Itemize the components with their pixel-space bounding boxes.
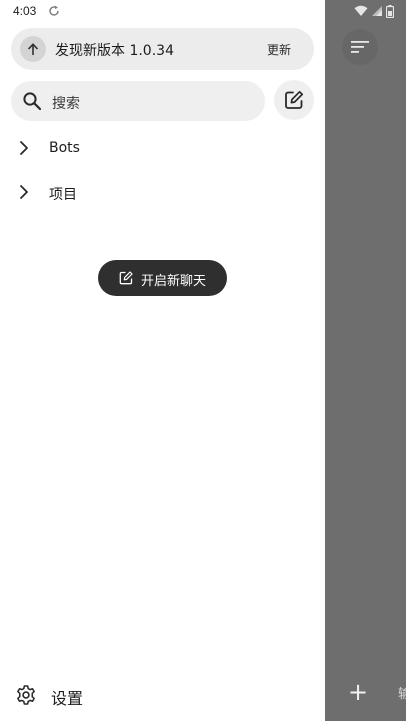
search-icon: [23, 92, 42, 111]
nav-item-projects[interactable]: 项目: [0, 172, 325, 212]
chevron-right-icon: [20, 141, 28, 155]
sort-menu-button: [342, 29, 378, 65]
update-banner[interactable]: 发现新版本 1.0.34 更新: [11, 28, 314, 70]
chevron-right-icon: [20, 185, 28, 199]
new-chat-label: 开启新聊天: [141, 274, 207, 289]
nav-item-bots[interactable]: Bots: [0, 128, 325, 168]
settings-label: 设置: [51, 689, 84, 708]
status-time: 4:03: [13, 4, 37, 18]
navigation-drawer: 4:03 发现新版本 1.0.34 更新 搜索 Bots 项目 开启新聊天 设置: [0, 0, 325, 721]
settings-item[interactable]: 设置: [0, 676, 325, 714]
new-chat-button[interactable]: 开启新聊天: [98, 260, 227, 296]
search-field[interactable]: 搜索: [11, 81, 265, 121]
battery-icon: [386, 4, 394, 18]
plus-icon: +: [347, 678, 369, 706]
upload-arrow-icon: [20, 36, 46, 62]
search-placeholder: 搜索: [52, 96, 80, 112]
edit-square-icon: [285, 90, 304, 109]
nav-item-label: Bots: [49, 140, 80, 156]
wifi-icon: [354, 5, 368, 16]
sync-icon: [49, 5, 59, 16]
signal-icon: [372, 6, 382, 16]
background-text: 输: [398, 687, 406, 702]
status-bar: 4:03: [0, 0, 325, 24]
status-icons: [354, 3, 394, 19]
sort-icon: [351, 41, 369, 53]
compose-button[interactable]: [274, 80, 314, 120]
update-message: 发现新版本 1.0.34: [55, 43, 174, 59]
gear-icon: [17, 685, 35, 705]
nav-item-label: 项目: [49, 187, 77, 203]
add-button: +: [340, 674, 376, 710]
update-button[interactable]: 更新: [267, 41, 291, 58]
edit-square-icon: [119, 271, 133, 285]
